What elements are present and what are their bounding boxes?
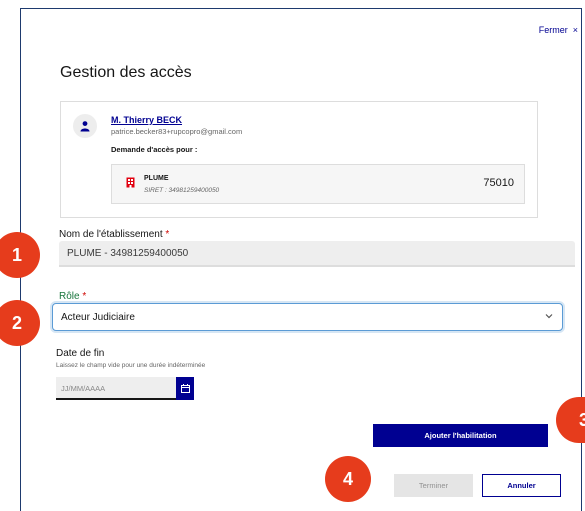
end-date-input[interactable]: JJ/MM/AAAA	[56, 377, 176, 400]
access-request-label: Demande d'accès pour :	[111, 145, 198, 154]
close-label: Fermer	[538, 25, 568, 35]
role-select[interactable]: Acteur Judiciaire	[52, 303, 563, 331]
chevron-down-icon	[544, 311, 554, 324]
establishment-field-label: Nom de l'établissement *	[59, 229, 169, 240]
user-email: patrice.becker83+rupcopro@gmail.com	[111, 127, 243, 136]
close-icon: ×	[572, 25, 578, 35]
establishment-input[interactable]: PLUME - 34981259400050	[59, 241, 575, 267]
user-card: M. Thierry BECK patrice.becker83+rupcopr…	[60, 101, 538, 218]
modal-title: Gestion des accès	[60, 64, 192, 81]
required-mark: *	[165, 229, 170, 240]
establishment-siret: SIRET : 34981259400050	[144, 187, 220, 194]
establishment-field-label-text: Nom de l'établissement	[59, 229, 163, 240]
add-habilitation-button[interactable]: Ajouter l'habilitation	[373, 424, 548, 447]
role-select-value: Acteur Judiciaire	[61, 312, 135, 323]
cancel-button[interactable]: Annuler	[482, 474, 561, 497]
establishment-box: PLUME SIRET : 34981259400050 75010	[111, 164, 525, 204]
user-avatar-icon	[73, 114, 97, 138]
close-button[interactable]: Fermer ×	[539, 25, 578, 35]
end-date-hint: Laissez le champ vide pour une durée ind…	[56, 362, 206, 369]
user-name[interactable]: M. Thierry BECK	[111, 115, 182, 125]
calendar-button[interactable]	[176, 377, 194, 400]
establishment-postal-code: 75010	[483, 177, 514, 189]
required-mark: *	[82, 291, 87, 302]
role-field-label-text: Rôle	[59, 291, 80, 302]
calendar-icon	[180, 380, 190, 398]
role-field-label: Rôle *	[59, 291, 86, 302]
finish-button[interactable]: Terminer	[394, 474, 473, 497]
step-marker-4: 4	[325, 456, 371, 502]
building-icon	[126, 175, 135, 193]
end-date-field-label: Date de fin	[56, 348, 105, 359]
establishment-name: PLUME	[144, 175, 169, 182]
